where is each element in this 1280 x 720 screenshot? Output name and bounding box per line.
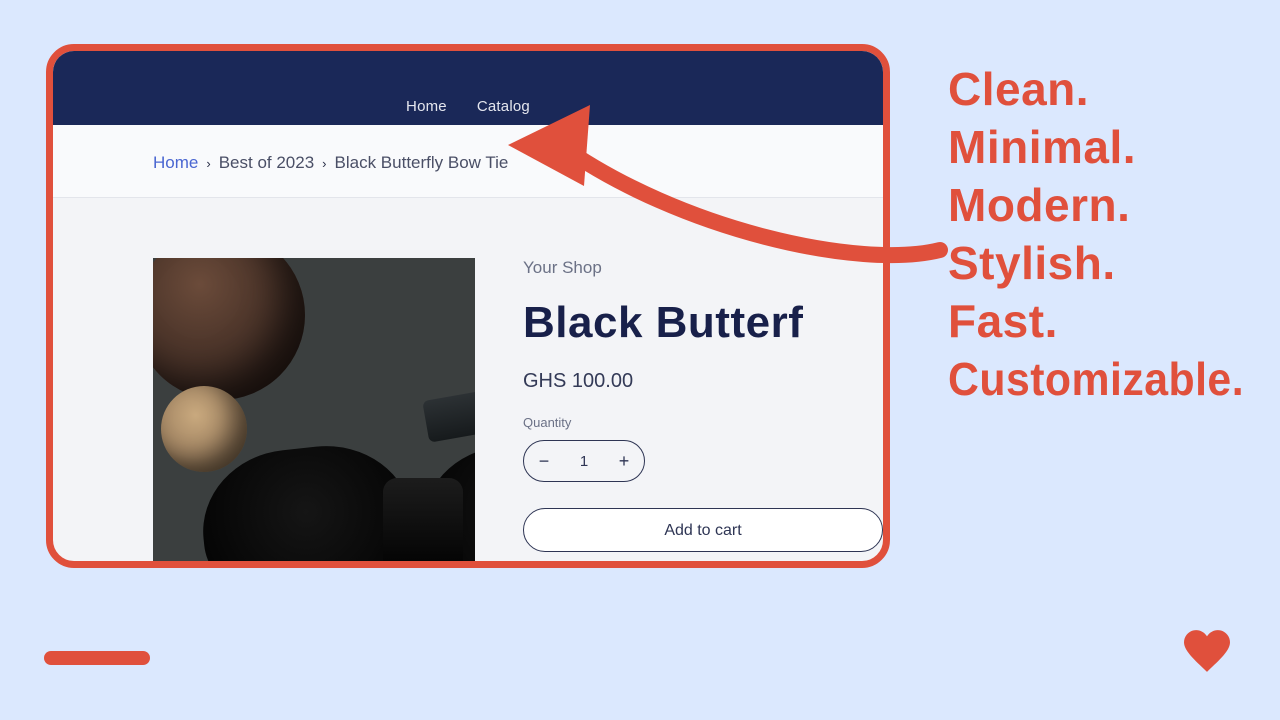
breadcrumb: Home › Best of 2023 › Black Butterfly Bo… [53, 125, 883, 198]
heart-icon [1184, 630, 1230, 672]
feature-item: Fast. [948, 292, 1266, 350]
vendor-name: Your Shop [523, 258, 883, 278]
feature-list: Clean. Minimal. Modern. Stylish. Fast. C… [948, 60, 1266, 408]
product-title: Black Butterf [523, 298, 883, 348]
nav-home[interactable]: Home [406, 98, 447, 115]
product-price: GHS 100.00 [523, 370, 883, 393]
quantity-increase-button[interactable]: + [604, 440, 644, 482]
product-image [153, 258, 475, 568]
product-section: Your Shop Black Butterf GHS 100.00 Quant… [53, 198, 883, 568]
add-to-cart-button[interactable]: Add to cart [523, 508, 883, 552]
feature-item: Stylish. [948, 234, 1266, 292]
breadcrumb-sep-icon: › [204, 156, 212, 171]
nav-catalog[interactable]: Catalog [477, 98, 530, 115]
feature-item: Clean. [948, 60, 1266, 118]
top-navbar: Home Catalog [53, 51, 883, 125]
bow-tie-graphic [273, 418, 475, 568]
feature-item: Modern. [948, 176, 1266, 234]
accent-bar [44, 651, 150, 665]
feature-item: Minimal. [948, 118, 1266, 176]
breadcrumb-product: Black Butterfly Bow Tie [335, 153, 509, 173]
feature-item: Customizable. [948, 350, 1244, 408]
breadcrumb-collection[interactable]: Best of 2023 [219, 153, 314, 173]
quantity-label: Quantity [523, 415, 883, 430]
breadcrumb-sep-icon: › [320, 156, 328, 171]
quantity-value: 1 [564, 453, 604, 470]
app-screenshot-frame: Home Catalog Home › Best of 2023 › Black… [46, 44, 890, 568]
decor-sphere-small [161, 386, 247, 472]
buy-now-button[interactable]: Buy it now [523, 564, 883, 568]
quantity-stepper[interactable]: − 1 + [523, 440, 645, 482]
product-details: Your Shop Black Butterf GHS 100.00 Quant… [523, 258, 883, 568]
breadcrumb-home[interactable]: Home [153, 153, 198, 173]
quantity-decrease-button[interactable]: − [524, 440, 564, 482]
decor-sphere-large [153, 258, 305, 400]
